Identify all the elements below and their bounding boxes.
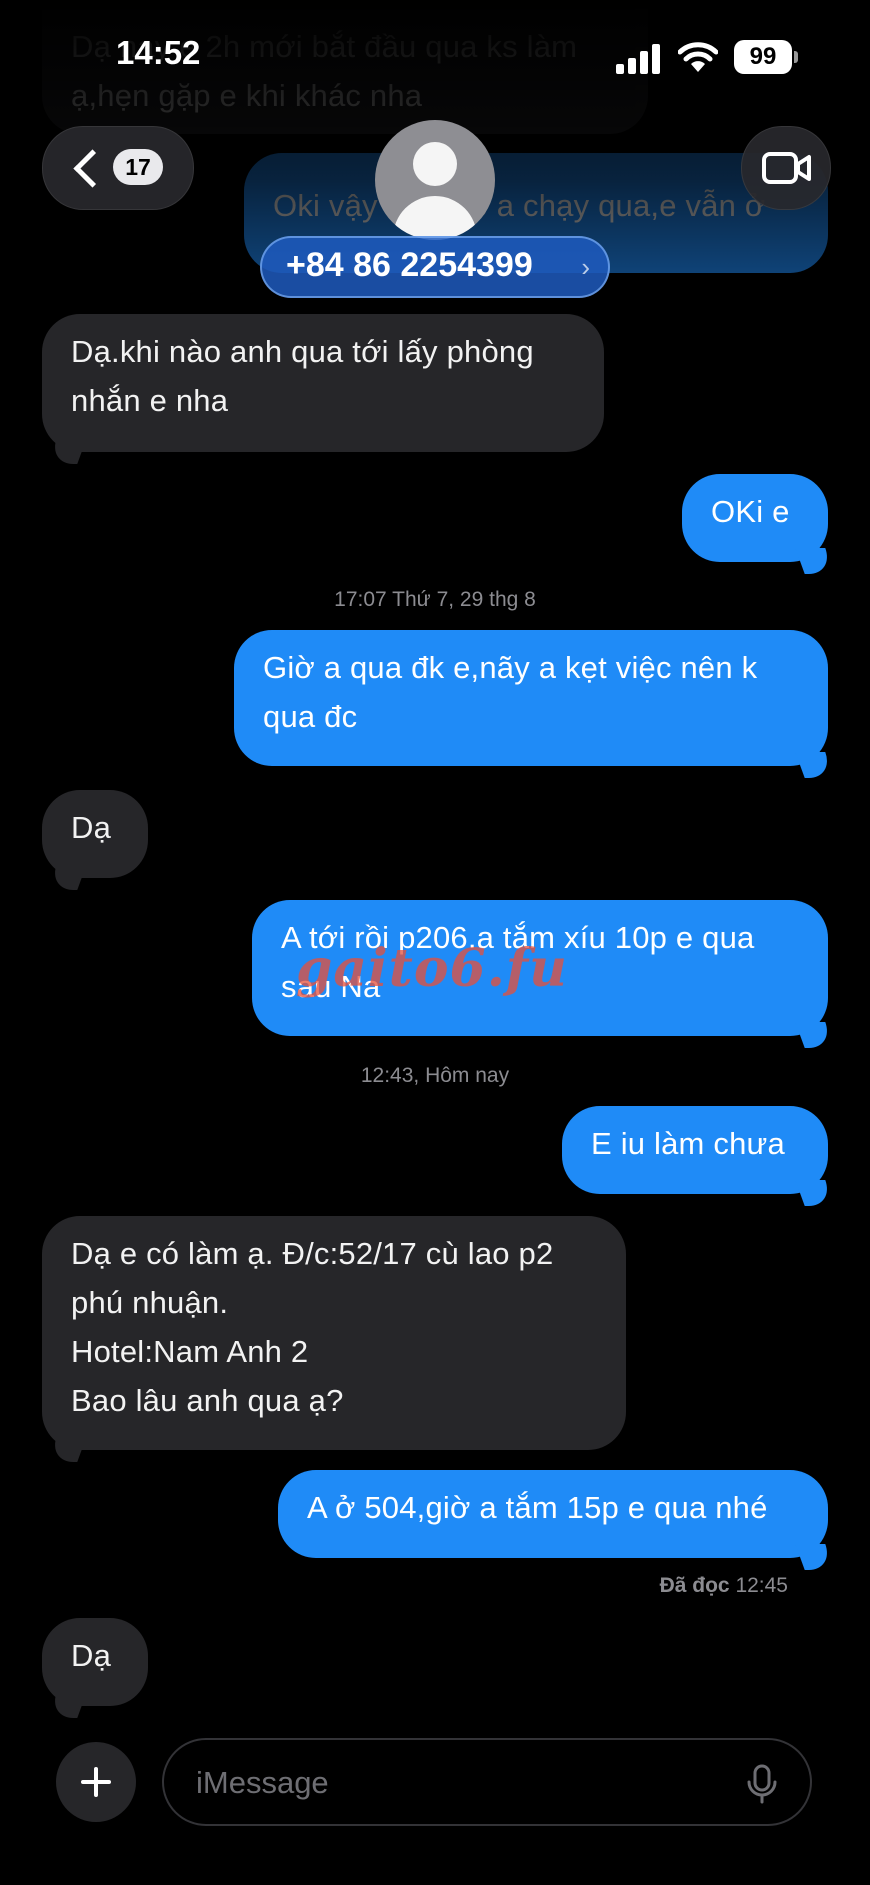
- battery-level: 99: [749, 43, 777, 70]
- video-camera-icon: [762, 152, 811, 184]
- read-receipt: Đã đọc 12:45: [660, 1574, 788, 1598]
- watermark-text: gaito6.fu: [296, 938, 568, 999]
- chevron-right-icon: ›: [581, 252, 590, 282]
- message-bubble-outgoing[interactable]: Giờ a qua đk e,nãy a kẹt việc nên k qua …: [234, 630, 828, 766]
- battery-icon: 99: [734, 40, 792, 74]
- bubble-tail: [47, 438, 87, 464]
- message-text-field[interactable]: [194, 1758, 718, 1808]
- bubble-tail: [795, 1544, 835, 1570]
- person-icon-body: [393, 196, 477, 240]
- facetime-video-button[interactable]: [741, 126, 831, 210]
- message-bubble-incoming[interactable]: Dạ.khi nào anh qua tới lấy phòng nhắn e …: [42, 314, 604, 452]
- bubble-tail: [795, 1180, 835, 1206]
- read-receipt-time: 12:45: [735, 1574, 788, 1597]
- read-receipt-label: Đã đọc: [659, 1574, 730, 1597]
- signal-icon: [616, 44, 660, 74]
- bubble-tail: [795, 1022, 835, 1048]
- status-time: 14:52: [116, 34, 201, 71]
- message-bubble-incoming[interactable]: Dạ e có làm ạ. Đ/c:52/17 cù lao p2 phú n…: [42, 1216, 626, 1450]
- timestamp: 17:07 Thứ 7, 29 thg 8: [334, 588, 536, 611]
- wifi-icon: [678, 42, 718, 72]
- microphone-icon[interactable]: [740, 1762, 784, 1806]
- plus-button[interactable]: [56, 1742, 136, 1822]
- timestamp: 12:43, Hôm nay: [360, 1064, 510, 1087]
- bubble-tail: [47, 864, 87, 890]
- bubble-tail: [47, 1436, 87, 1462]
- bubble-tail: [795, 548, 835, 574]
- imessage-conversation: Dạ nay e 2h mới bắt đầu qua ks làm ạ,hẹn…: [0, 0, 870, 1885]
- unread-count-badge: 17: [113, 149, 163, 185]
- message-bubble-outgoing[interactable]: E iu làm chưa: [562, 1106, 828, 1194]
- back-button[interactable]: 17: [42, 126, 194, 210]
- message-bubble-outgoing[interactable]: A ở 504,giờ a tắm 15p e qua nhé: [278, 1470, 828, 1558]
- chevron-left-icon: [73, 149, 112, 188]
- bubble-tail: [795, 752, 835, 778]
- contact-avatar[interactable]: [375, 120, 495, 240]
- bubble-tail: [47, 1692, 87, 1718]
- imessage-input[interactable]: [162, 1738, 812, 1826]
- contact-name-button[interactable]: +84 86 2254399 ›: [260, 236, 610, 298]
- person-icon: [413, 142, 457, 186]
- contact-phone-number: +84 86 2254399: [286, 246, 533, 284]
- battery-cap: [794, 51, 798, 63]
